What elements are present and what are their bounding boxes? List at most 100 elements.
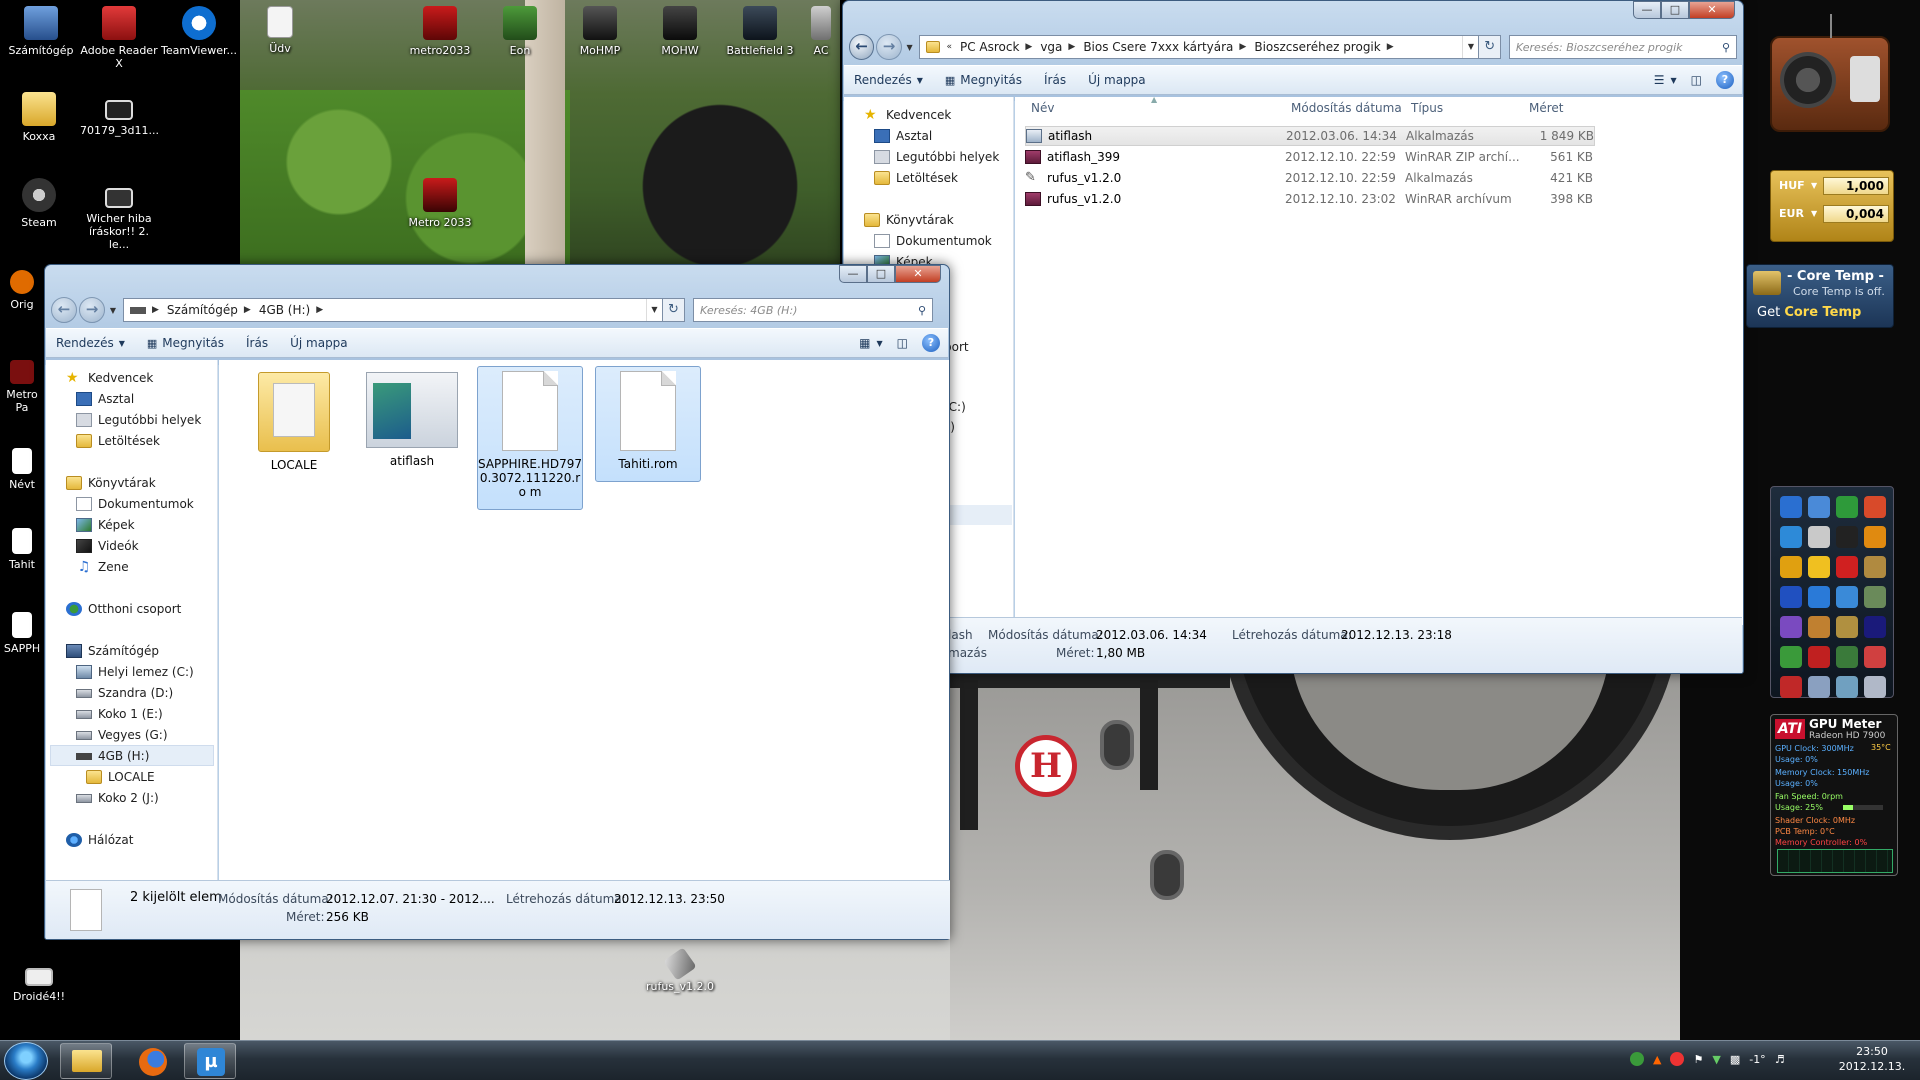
app-shortcut-icon[interactable] [1808, 556, 1830, 578]
app-shortcut-icon[interactable] [1836, 616, 1858, 638]
breadcrumb-vga[interactable]: vga [1040, 40, 1062, 54]
desktop-icon-metro2033[interactable]: metro2033 [400, 6, 480, 57]
warning-tray-icon[interactable] [1670, 1052, 1685, 1066]
gpu-meter-gadget[interactable]: ATI GPU Meter Radeon HD 7900 35°C GPU Cl… [1770, 714, 1898, 876]
app-shortcut-icon[interactable] [1808, 676, 1830, 698]
desktop-icon-computer[interactable]: Számítógép [2, 6, 80, 57]
desktop-icon-battlefield3[interactable]: Battlefield 3 [720, 6, 800, 57]
breadcrumb-pc-asrock[interactable]: PC Asrock [960, 40, 1019, 54]
desktop-icon-teamviewer[interactable]: TeamViewer... [160, 6, 238, 57]
nav-drive-e[interactable]: Koko 1 (E:) [76, 704, 163, 724]
app-shortcut-icon[interactable] [1780, 496, 1802, 518]
recent-pages-dropdown[interactable]: ▼ [107, 306, 119, 315]
desktop-icon-adobe-reader[interactable]: Adobe Reader X [80, 6, 158, 70]
nav-recent-places[interactable]: Legutóbbi helyek [874, 147, 999, 167]
search-input[interactable]: Keresés: Bioszcseréhez progik ⚲ [1508, 35, 1737, 59]
column-size[interactable]: Méret [1523, 97, 1593, 119]
chevron-down-icon[interactable]: ▼ [877, 339, 883, 348]
app-shortcut-icon[interactable] [1864, 586, 1886, 608]
app-shortcut-icon[interactable] [1836, 586, 1858, 608]
desktop-icon-nevt[interactable]: Névt [0, 448, 44, 491]
app-shortcut-icon[interactable] [1864, 496, 1886, 518]
nav-documents[interactable]: Dokumentumok [76, 494, 194, 514]
close-button[interactable]: ✕ [895, 265, 941, 283]
refresh-button[interactable]: ↻ [1479, 35, 1501, 59]
start-button[interactable] [4, 1042, 48, 1080]
breadcrumb-computer[interactable]: Számítógép [167, 303, 238, 317]
forward-button[interactable]: → [79, 297, 105, 323]
nav-network[interactable]: Hálózat [66, 830, 133, 850]
app-shortcut-icon[interactable] [1808, 646, 1830, 668]
nav-downloads[interactable]: Letöltések [874, 168, 958, 188]
nav-recent-places[interactable]: Legutóbbi helyek [76, 410, 201, 430]
desktop-icon-metro-pa[interactable]: Metro Pa [0, 360, 44, 414]
app-shortcut-icon[interactable] [1836, 526, 1858, 548]
burn-button[interactable]: Írás [1044, 73, 1066, 87]
taskbar-utorrent-button[interactable]: µ [184, 1043, 236, 1079]
search-input[interactable]: Keresés: 4GB (H:) ⚲ [693, 298, 933, 322]
chevron-down-icon[interactable]: ▼ [1671, 76, 1677, 85]
app-shortcut-icon[interactable] [1864, 616, 1886, 638]
column-date-modified[interactable]: Módosítás dátuma [1285, 97, 1405, 119]
file-row-rufus-app[interactable]: ✎ rufus_v1.2.0 2012.12.10. 22:59 Alkalmaz… [1025, 168, 1595, 188]
shortcut-launcher-gadget[interactable] [1770, 486, 1894, 698]
app-shortcut-icon[interactable] [1780, 646, 1802, 668]
nav-music[interactable]: ♫ Zene [76, 557, 129, 577]
desktop-icon-origin[interactable]: Orig [0, 270, 44, 311]
taskbar-explorer-button[interactable] [60, 1043, 112, 1079]
app-shortcut-icon[interactable] [1836, 646, 1858, 668]
explorer-window-4gb-h[interactable]: — □ ✕ ← → ▼ ▶ Számítógép ▶ 4GB (H:) ▶ ▼ ↻ … [44, 264, 950, 940]
back-button[interactable]: ← [849, 34, 875, 60]
file-row-atiflash-399[interactable]: atiflash_399 2012.12.10. 22:59 WinRAR ZI… [1025, 147, 1595, 167]
nav-computer[interactable]: Számítógép [66, 641, 159, 661]
new-folder-button[interactable]: Új mappa [290, 336, 348, 350]
view-options-icon[interactable]: ☰ [1654, 73, 1665, 87]
organize-button[interactable]: Rendezés ▼ [854, 73, 923, 87]
nav-drive-d[interactable]: Szandra (D:) [76, 683, 173, 703]
volume-icon[interactable]: ♬ [1775, 1053, 1785, 1066]
app-shortcut-icon[interactable] [1836, 676, 1858, 698]
desktop-icon-metro-2033[interactable]: Metro 2033 [400, 178, 480, 229]
desktop-icon-droide[interactable]: Droidé4!! [0, 962, 78, 1003]
nav-videos[interactable]: Videók [76, 536, 139, 556]
desktop-icon-koxxa[interactable]: Koxxa [0, 92, 78, 143]
app-shortcut-icon[interactable] [1836, 496, 1858, 518]
core-temp-gadget[interactable]: - Core Temp - Core Temp is off. Get Core… [1746, 264, 1894, 328]
desktop-icon-mohw[interactable]: MOHW [640, 6, 720, 57]
desktop-icon-mohmp[interactable]: MoHMP [560, 6, 640, 57]
nav-desktop[interactable]: Asztal [76, 389, 134, 409]
currency-value-eur[interactable]: 0,004 [1823, 205, 1889, 223]
column-type[interactable]: Típus [1405, 97, 1523, 119]
help-icon[interactable]: ? [1716, 71, 1734, 89]
open-button[interactable]: ▦ Megnyitás [147, 336, 224, 350]
app-shortcut-icon[interactable] [1836, 556, 1858, 578]
desktop-icon-wicher[interactable]: Wicher hiba íráskor!! 2. le... [80, 184, 158, 251]
app-shortcut-icon[interactable] [1864, 646, 1886, 668]
flame-tray-icon[interactable]: ▲ [1653, 1053, 1661, 1066]
nav-pictures[interactable]: Képek [76, 515, 135, 535]
item-sapphire-rom[interactable]: SAPPHIRE.HD797 0.3072.111220.ro m [477, 366, 583, 510]
nav-drive-g[interactable]: Vegyes (G:) [76, 725, 168, 745]
recent-pages-dropdown[interactable]: ▼ [904, 43, 916, 52]
item-locale-folder[interactable]: LOCALE [241, 368, 347, 472]
burn-button[interactable]: Írás [246, 336, 268, 350]
desktop-icon-udv[interactable]: Üdv [240, 6, 320, 55]
desktop-icon-steam[interactable]: Steam [0, 178, 78, 229]
minimize-button[interactable]: — [839, 265, 867, 283]
view-options-icon[interactable]: ▦ [859, 336, 870, 350]
app-shortcut-icon[interactable] [1864, 676, 1886, 698]
nav-folder-locale[interactable]: LOCALE [86, 767, 155, 787]
desktop-icon-sapphire[interactable]: SAPPH [0, 612, 44, 655]
refresh-button[interactable]: ↻ [663, 298, 685, 322]
nav-drive-j[interactable]: Koko 2 (J:) [76, 788, 159, 808]
app-shortcut-icon[interactable] [1808, 496, 1830, 518]
currency-code-eur[interactable]: EUR [1779, 207, 1804, 220]
radio-gadget[interactable] [1770, 8, 1890, 136]
desktop-icon-tahiti[interactable]: Tahit [0, 528, 44, 571]
forward-button[interactable]: → [876, 34, 902, 60]
currency-converter-gadget[interactable]: HUF ▼ 1,000 EUR ▼ 0,004 [1770, 170, 1894, 242]
breadcrumb-bios-csere[interactable]: Bios Csere 7xxx kártyára [1083, 40, 1233, 54]
preview-pane-icon[interactable]: ◫ [1691, 73, 1702, 87]
desktop-icon-eon[interactable]: Eon [480, 6, 560, 57]
app-shortcut-icon[interactable] [1780, 556, 1802, 578]
